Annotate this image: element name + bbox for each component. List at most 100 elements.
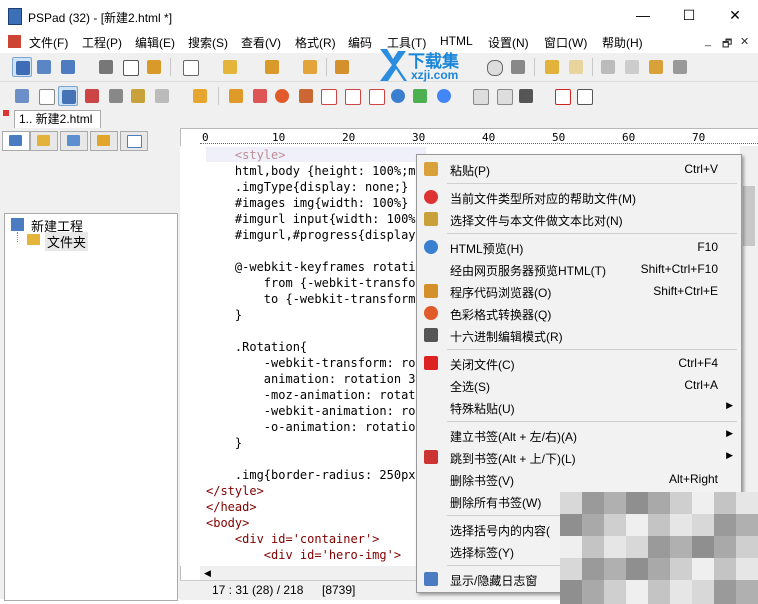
- tree-item-folder[interactable]: 文件夹: [45, 232, 89, 251]
- context-menu-item[interactable]: 经由网页服务器预览HTML(T) Shift+Ctrl+F10: [417, 258, 741, 280]
- menu-item-label: 程序代码浏览器(O): [450, 286, 552, 300]
- word-wrap-button[interactable]: [58, 86, 78, 106]
- context-menu-item[interactable]: HTML预览(H) F10: [417, 236, 741, 258]
- spell-check-button[interactable]: [152, 86, 172, 106]
- macro-play-button[interactable]: [470, 86, 490, 106]
- validate-button[interactable]: [410, 86, 430, 106]
- menu-item-shortcut: Alt+Right: [668, 472, 718, 486]
- bookmark-toggle-button[interactable]: [190, 86, 210, 106]
- menu-item-label: 显示/隐藏日志窗: [450, 574, 538, 588]
- blur-cell: [714, 514, 736, 538]
- cut-button[interactable]: [598, 57, 618, 77]
- menu-settings[interactable]: 设置(N): [488, 34, 529, 51]
- context-menu-item[interactable]: 特殊粘贴(U) ▶: [417, 396, 741, 418]
- tab-projects[interactable]: [2, 131, 30, 151]
- menu-window[interactable]: 窗口(W): [544, 34, 587, 51]
- menu-help[interactable]: 帮助(H): [602, 34, 643, 51]
- menu-view[interactable]: 查看(V): [241, 34, 281, 51]
- blur-cell: [692, 558, 714, 582]
- minimize-button[interactable]: —: [620, 0, 666, 32]
- context-menu-item[interactable]: 全选(S) Ctrl+A: [417, 374, 741, 396]
- menu-format[interactable]: 格式(R): [295, 34, 336, 51]
- scroll-left-icon[interactable]: ◀: [204, 566, 222, 580]
- hex-convert-button[interactable]: [296, 86, 316, 106]
- tab-favorites[interactable]: [90, 131, 118, 151]
- close-button[interactable]: ✕: [712, 0, 758, 32]
- menu-search[interactable]: 搜索(S): [188, 34, 228, 51]
- ruler-button[interactable]: [226, 86, 246, 106]
- column-mode-button[interactable]: [106, 86, 126, 106]
- blur-cell: [648, 514, 670, 538]
- context-menu-item[interactable]: 删除书签(V) Alt+Right: [417, 468, 741, 490]
- mdi-close-button[interactable]: ✕: [740, 35, 749, 48]
- blur-cell: [670, 580, 692, 604]
- color-palette-button[interactable]: [272, 86, 292, 106]
- search-button[interactable]: [484, 57, 504, 77]
- scrollbar-thumb[interactable]: [743, 186, 755, 246]
- globe-icon: [424, 240, 438, 254]
- color-highlight-button[interactable]: [82, 86, 102, 106]
- tag-button[interactable]: [342, 86, 362, 106]
- menu-html[interactable]: HTML: [440, 34, 473, 48]
- blur-cell: [670, 558, 692, 582]
- tab-windows[interactable]: [120, 131, 148, 151]
- tab-ftp[interactable]: [60, 131, 88, 151]
- compile-run-button[interactable]: [494, 86, 514, 106]
- copy-button[interactable]: [622, 57, 642, 77]
- context-menu-item[interactable]: 粘贴(P) Ctrl+V: [417, 158, 741, 180]
- menu-separator: [447, 421, 737, 422]
- macro-record-button[interactable]: [552, 86, 572, 106]
- menu-item-label: 十六进制编辑模式(R): [450, 330, 563, 344]
- context-menu-item[interactable]: 当前文件类型所对应的帮助文件(M): [417, 186, 741, 208]
- save-button[interactable]: [262, 57, 282, 77]
- compile-button[interactable]: [144, 57, 164, 77]
- console-button[interactable]: [516, 86, 536, 106]
- open-folder-button[interactable]: [220, 57, 240, 77]
- menu-file[interactable]: 文件(F): [29, 34, 68, 51]
- color-wheel-icon: [424, 306, 438, 320]
- indent-button[interactable]: [12, 86, 32, 106]
- html-tidy-button[interactable]: [250, 86, 270, 106]
- new-document-button[interactable]: [180, 57, 200, 77]
- tab-files[interactable]: [30, 131, 58, 151]
- menu-project[interactable]: 工程(P): [82, 34, 122, 51]
- paste-button[interactable]: [646, 57, 666, 77]
- mdi-restore-button[interactable]: 🗗: [722, 35, 732, 54]
- menu-item-shortcut: Shift+Ctrl+E: [653, 284, 718, 298]
- project-settings-button[interactable]: [58, 57, 78, 77]
- read-only-button[interactable]: [128, 86, 148, 106]
- menu-encoding[interactable]: 编码: [348, 34, 372, 51]
- undo-button[interactable]: [542, 57, 562, 77]
- context-menu-item[interactable]: 色彩格式转换器(Q): [417, 302, 741, 324]
- print-button[interactable]: [508, 57, 528, 77]
- context-menu-item[interactable]: 程序代码浏览器(O) Shift+Ctrl+E: [417, 280, 741, 302]
- google-search-button[interactable]: [434, 86, 454, 106]
- save-all-button[interactable]: [300, 57, 320, 77]
- delete-button[interactable]: [670, 57, 690, 77]
- code-explorer-button[interactable]: [332, 57, 352, 77]
- blur-cell: [604, 492, 626, 516]
- file-tab-active[interactable]: 1.. 新建2.html: [14, 110, 102, 129]
- html-to-text-button[interactable]: [318, 86, 338, 106]
- close-tag-button[interactable]: [366, 86, 386, 106]
- log-button[interactable]: [120, 57, 140, 77]
- context-menu-item[interactable]: 建立书签(Alt + 左/右)(A) ▶: [417, 424, 741, 446]
- menu-item-label: 当前文件类型所对应的帮助文件(M): [450, 192, 636, 206]
- context-menu-item[interactable]: 十六进制编辑模式(R): [417, 324, 741, 346]
- context-menu-item[interactable]: 跳到书签(Alt + 上/下)(L) ▶: [417, 446, 741, 468]
- new-file-button[interactable]: [12, 57, 32, 77]
- new-project-button[interactable]: [34, 57, 54, 77]
- paragraph-marks-button[interactable]: [36, 86, 56, 106]
- blur-cell: [582, 536, 604, 560]
- mdi-minimize-button[interactable]: _: [705, 35, 711, 47]
- web-preview-button[interactable]: [388, 86, 408, 106]
- menu-item-label: 全选(S): [450, 380, 490, 394]
- menu-item-label: 选择标签(Y): [450, 546, 514, 560]
- context-menu-item[interactable]: 选择文件与本文件做文本比对(N): [417, 208, 741, 230]
- glasses-view-button[interactable]: [574, 86, 594, 106]
- copy-project-button[interactable]: [96, 57, 116, 77]
- context-menu-item[interactable]: 关闭文件(C) Ctrl+F4: [417, 352, 741, 374]
- maximize-button[interactable]: ☐: [666, 0, 712, 32]
- redo-button[interactable]: [566, 57, 586, 77]
- menu-edit[interactable]: 编辑(E): [135, 34, 175, 51]
